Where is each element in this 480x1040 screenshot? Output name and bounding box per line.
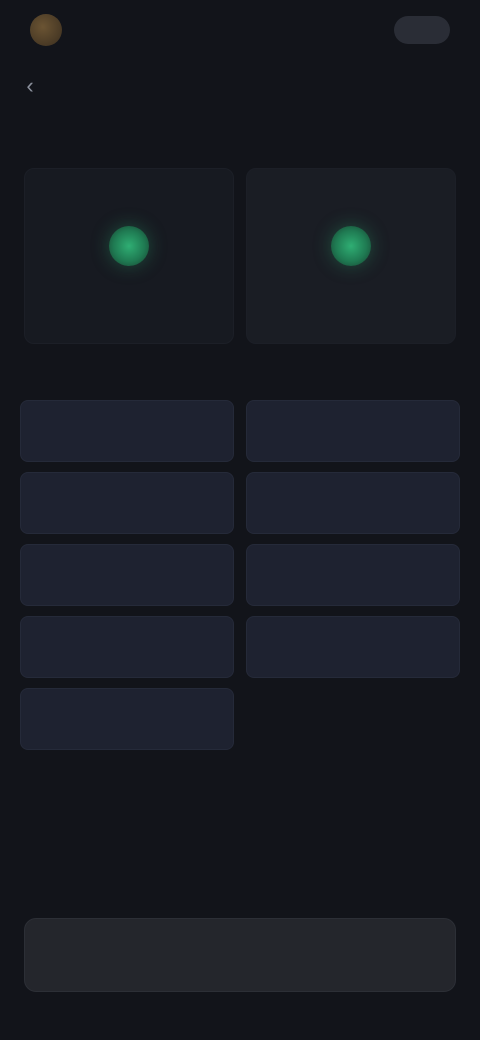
network-card-2[interactable] [246,168,456,344]
page-header: ‹ [0,62,480,110]
token-button[interactable] [20,544,234,606]
network-options [24,168,456,344]
status-dot-icon [109,226,149,266]
token-button[interactable] [20,400,234,462]
brand-logo-icon [30,14,62,46]
network-card-1[interactable] [24,168,234,344]
token-button[interactable] [20,616,234,678]
back-button[interactable]: ‹ [14,70,46,102]
wallet-chip[interactable] [394,16,450,44]
token-button[interactable] [246,544,460,606]
wallet-area[interactable] [384,10,450,50]
token-button[interactable] [20,472,234,534]
brand[interactable] [30,10,74,50]
token-button[interactable] [246,472,460,534]
app-screen: ‹ [0,0,480,1040]
primary-action-button[interactable] [24,918,456,992]
chevron-left-icon: ‹ [26,73,34,98]
token-button[interactable] [20,688,234,750]
token-button[interactable] [246,616,460,678]
token-grid [20,400,460,750]
token-button[interactable] [246,400,460,462]
status-dot-icon [331,226,371,266]
top-bar [0,0,480,60]
